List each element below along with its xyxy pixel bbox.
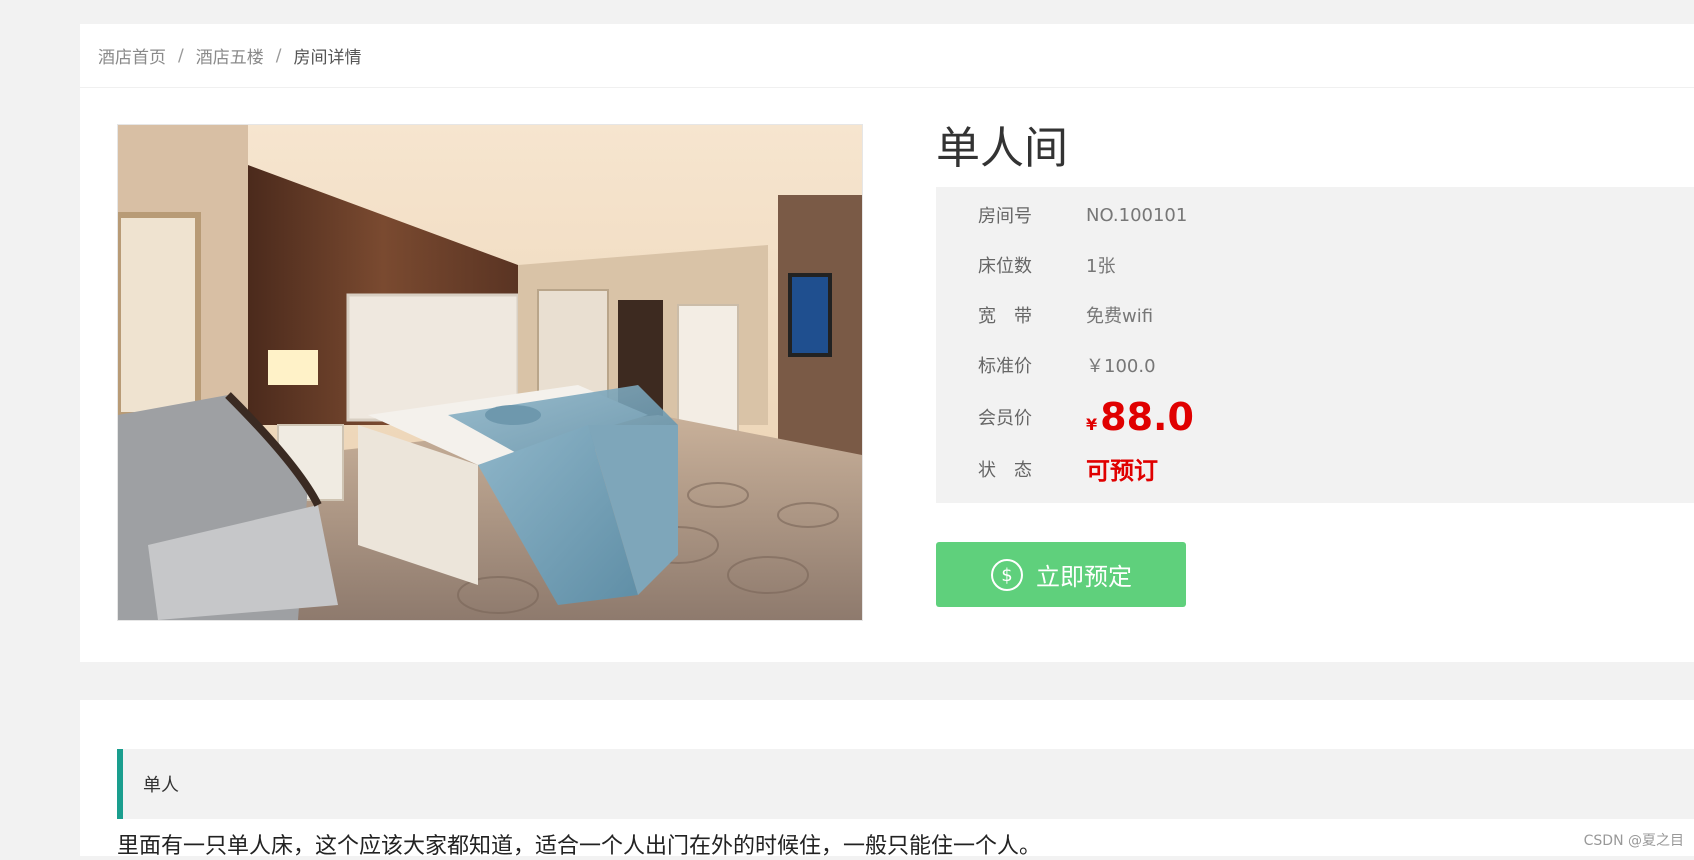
room-photo-image — [118, 125, 862, 620]
room-number-label: 房间号 — [978, 206, 1032, 227]
svg-text:$: $ — [1001, 565, 1012, 586]
bed-count-row: 床位数 1张 — [936, 252, 1115, 278]
member-price-currency: ¥ — [1086, 415, 1098, 434]
standard-price-value: ￥100.0 — [1086, 356, 1156, 377]
breadcrumb-hotel-home[interactable]: 酒店首页 — [98, 43, 166, 68]
standard-price-label: 标准价 — [978, 356, 1032, 377]
breadcrumb-separator: / — [275, 45, 282, 66]
internet-value: 免费wifi — [1086, 306, 1154, 327]
status-label: 状 态 — [978, 459, 1032, 481]
member-price-label: 会员价 — [978, 408, 1032, 429]
status-row: 状 态 可预订 — [936, 451, 1158, 486]
book-now-button[interactable]: $ 立即预定 — [936, 542, 1186, 607]
room-detail-card: 酒店首页 / 酒店五楼 / 房间详情 单人间 房间号 NO.100101 床位数… — [80, 24, 1694, 662]
room-info-panel: 房间号 NO.100101 床位数 1张 宽 带 免费wifi 标准价 ￥100… — [936, 187, 1694, 503]
status-value: 可预订 — [1086, 457, 1158, 485]
description-heading-box: 单人 — [117, 749, 1694, 819]
dollar-circle-icon: $ — [990, 558, 1024, 592]
breadcrumb-separator: / — [178, 45, 184, 66]
room-number-row: 房间号 NO.100101 — [936, 202, 1187, 228]
standard-price-row: 标准价 ￥100.0 — [936, 352, 1156, 378]
bed-count-label: 床位数 — [978, 256, 1032, 277]
description-heading: 单人 — [143, 775, 179, 796]
room-photo — [117, 124, 863, 621]
member-price-row: 会员价 ¥ 88.0 — [936, 395, 1194, 439]
bed-count-value: 1张 — [1086, 256, 1116, 277]
internet-row: 宽 带 免费wifi — [936, 302, 1153, 328]
breadcrumb-floor[interactable]: 酒店五楼 — [196, 43, 264, 68]
breadcrumb: 酒店首页 / 酒店五楼 / 房间详情 — [80, 24, 1694, 88]
room-number-value: NO.100101 — [1086, 204, 1188, 226]
internet-label: 宽 带 — [978, 306, 1032, 327]
breadcrumb-current: 房间详情 — [293, 48, 362, 68]
room-description-card: 单人 里面有一只单人床，这个应该大家都知道，适合一个人出门在外的时候住，一般只能… — [80, 700, 1694, 859]
watermark: CSDN @夏之目 — [1583, 833, 1684, 849]
member-price: ¥ 88.0 — [1086, 395, 1194, 439]
description-text: 里面有一只单人床，这个应该大家都知道，适合一个人出门在外的时候住，一般只能住一个… — [117, 834, 1042, 859]
room-title: 单人间 — [936, 123, 1068, 174]
book-now-label: 立即预定 — [1036, 564, 1132, 591]
member-price-value: 88.0 — [1100, 395, 1194, 439]
